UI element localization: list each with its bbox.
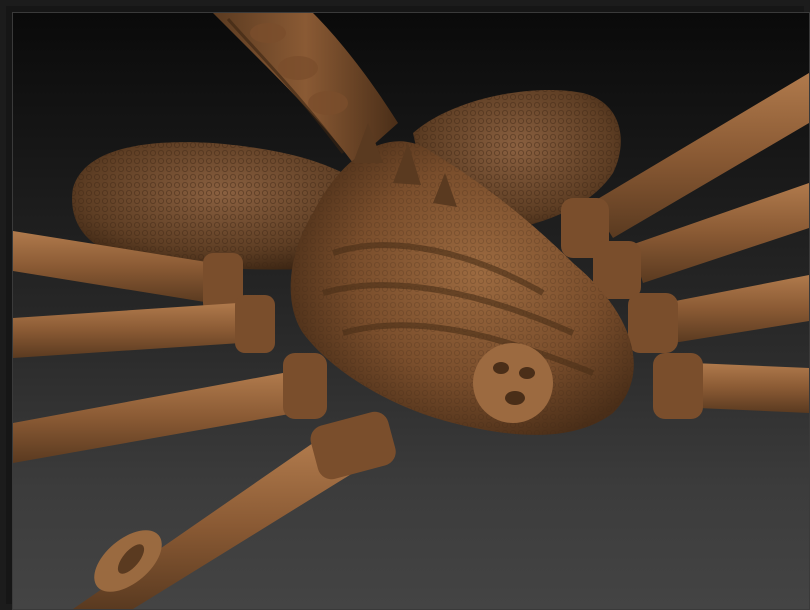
- sculpt-model-render: [13, 13, 809, 609]
- 3d-viewport[interactable]: [12, 12, 810, 610]
- window-frame: [0, 0, 810, 610]
